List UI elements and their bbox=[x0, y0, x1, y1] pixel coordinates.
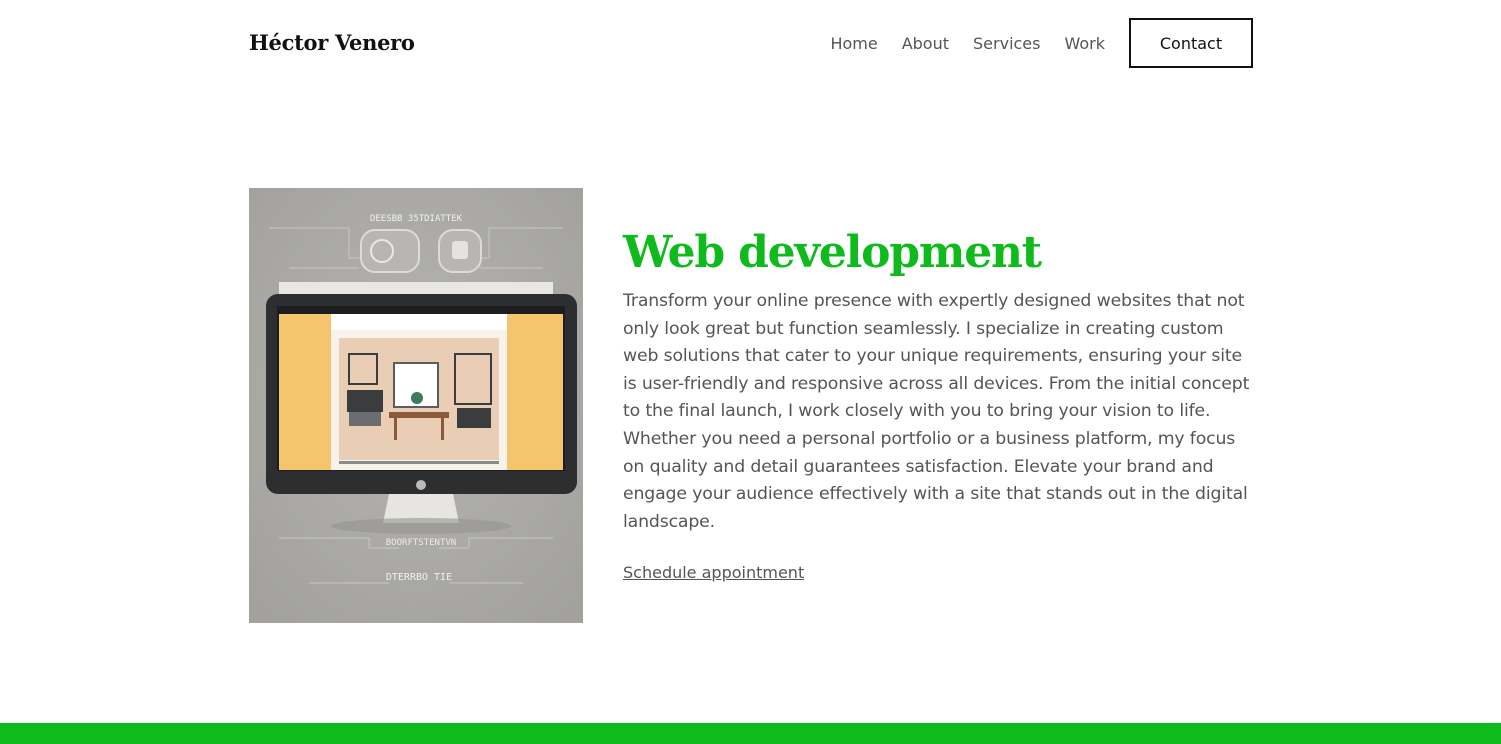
brand-name[interactable]: Héctor Venero bbox=[249, 30, 415, 55]
nav-link-services[interactable]: Services bbox=[973, 34, 1040, 53]
nav-link-work[interactable]: Work bbox=[1064, 34, 1105, 53]
illustration-top-text: DEESBB 35TDIATTEK bbox=[370, 214, 463, 224]
schedule-appointment-link[interactable]: Schedule appointment bbox=[623, 563, 804, 582]
contact-button[interactable]: Contact bbox=[1129, 18, 1253, 68]
service-title: Web development bbox=[623, 227, 1042, 278]
footer-accent-bar bbox=[0, 723, 1501, 744]
site-header: Héctor Venero Home About Services Work C… bbox=[249, 18, 1253, 68]
service-illustration: DEESBB 35TDIATTEK BOORFTSTENTVN DTERRBO … bbox=[249, 188, 583, 623]
service-section: Web development Transform your online pr… bbox=[623, 224, 1253, 583]
monitor-illustration: DEESBB 35TDIATTEK BOORFTSTENTVN DTERRBO … bbox=[249, 188, 583, 623]
nav-link-home[interactable]: Home bbox=[830, 34, 877, 53]
main-nav: Home About Services Work Contact bbox=[830, 18, 1253, 68]
nav-link-about[interactable]: About bbox=[902, 34, 949, 53]
illustration-bottom-text-2: DTERRBO TIE bbox=[386, 572, 452, 583]
service-description: Transform your online presence with expe… bbox=[623, 291, 1250, 532]
illustration-bottom-text-1: BOORFTSTENTVN bbox=[386, 538, 456, 548]
